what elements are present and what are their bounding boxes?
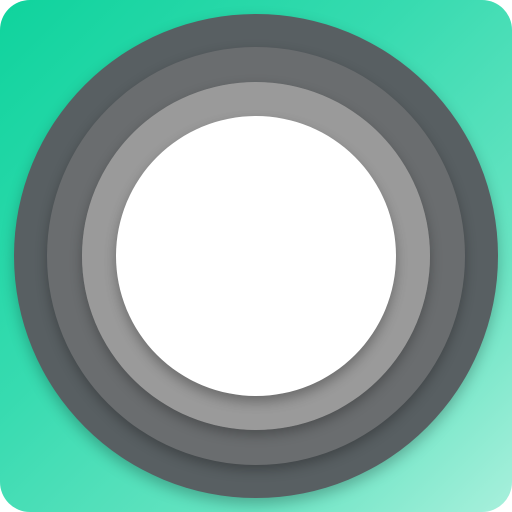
app-icon-tile[interactable] xyxy=(0,0,512,512)
center-circle-button-icon[interactable] xyxy=(116,116,396,396)
